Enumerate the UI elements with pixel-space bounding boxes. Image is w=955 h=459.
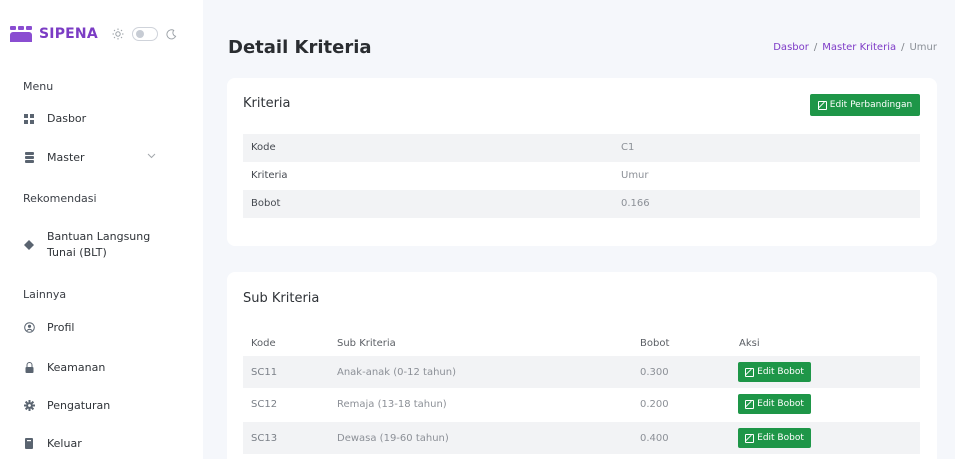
moon-icon bbox=[166, 28, 177, 40]
sidebar-item-label: Dasbor bbox=[47, 112, 87, 125]
table-header: Aksi bbox=[739, 338, 760, 349]
people-logo-icon bbox=[10, 26, 32, 42]
breadcrumb-current: Umur bbox=[909, 42, 937, 53]
sub-kriteria-card: Sub Kriteria Kode Sub Kriteria Bobot Aks… bbox=[227, 272, 937, 459]
theme-toggle[interactable] bbox=[112, 27, 177, 41]
sidebar-item-profil[interactable]: Profil bbox=[23, 321, 74, 334]
edit-bobot-button[interactable]: Edit Bobot bbox=[738, 428, 811, 448]
breadcrumb-link-dasbor[interactable]: Dasbor bbox=[773, 42, 809, 53]
edit-perbandingan-button[interactable]: Edit Perbandingan bbox=[810, 94, 920, 116]
detail-row: Kode C1 bbox=[243, 134, 920, 162]
sun-icon bbox=[112, 28, 124, 40]
sidebar-item-dasbor[interactable]: Dasbor bbox=[23, 112, 86, 125]
breadcrumb-link-master-kriteria[interactable]: Master Kriteria bbox=[822, 42, 896, 53]
logout-icon bbox=[23, 438, 35, 450]
table-row: SC13 Dewasa (19-60 tahun) 0.400 Edit Bob… bbox=[243, 422, 920, 454]
card-title: Kriteria bbox=[243, 96, 291, 111]
chevron-down-icon[interactable] bbox=[147, 152, 156, 162]
sidebar-item-label: Keamanan bbox=[47, 361, 106, 374]
edit-icon bbox=[817, 100, 827, 110]
detail-row: Kriteria Umur bbox=[251, 170, 649, 181]
sidebar-item-label: Keluar bbox=[47, 437, 82, 450]
brand-name: SIPENA bbox=[39, 26, 98, 42]
table-header: Bobot bbox=[640, 338, 670, 349]
theme-switch[interactable] bbox=[132, 27, 158, 41]
edit-icon bbox=[745, 433, 755, 443]
brand[interactable]: SIPENA bbox=[10, 26, 98, 42]
sidebar-item-keluar[interactable]: Keluar bbox=[23, 437, 82, 450]
table-row: SC11 Anak-anak (0-12 tahun) 0.300 Edit B… bbox=[243, 356, 920, 388]
sidebar-header-lainnya: Lainnya bbox=[23, 288, 67, 301]
breadcrumb: Dasbor / Master Kriteria / Umur bbox=[773, 42, 937, 53]
sidebar-header-rekomendasi: Rekomendasi bbox=[23, 192, 97, 205]
sidebar-item-master[interactable]: Master bbox=[23, 151, 85, 164]
table-header: Sub Kriteria bbox=[337, 338, 396, 349]
sidebar-item-label: Bantuan Langsung Tunai (BLT) bbox=[47, 230, 151, 259]
sidebar-item-label: Pengaturan bbox=[47, 399, 111, 412]
page-title: Detail Kriteria bbox=[228, 37, 372, 58]
table-header: Kode bbox=[251, 338, 276, 349]
edit-icon bbox=[745, 367, 755, 377]
gear-icon bbox=[23, 400, 35, 412]
sidebar-item-blt[interactable]: Bantuan Langsung Tunai (BLT) bbox=[23, 229, 150, 261]
edit-bobot-button[interactable]: Edit Bobot bbox=[738, 362, 811, 382]
sidebar-item-label: Master bbox=[47, 151, 85, 164]
user-circle-icon bbox=[23, 322, 35, 334]
grid-icon bbox=[23, 113, 35, 125]
edit-bobot-button[interactable]: Edit Bobot bbox=[738, 394, 811, 414]
main-content: Detail Kriteria Dasbor / Master Kriteria / U… bbox=[203, 0, 955, 459]
edit-icon bbox=[745, 399, 755, 409]
sidebar-header-menu: Menu bbox=[23, 80, 54, 93]
sidebar: SIPENA Menu Dasbor Master Rekomendasi Ba… bbox=[0, 0, 203, 459]
detail-row: Bobot 0.166 bbox=[243, 190, 920, 218]
sidebar-item-keamanan[interactable]: Keamanan bbox=[23, 361, 105, 374]
table-row: SC12 Remaja (13-18 tahun) 0.200 Edit Bob… bbox=[243, 388, 920, 420]
sidebar-item-label: Profil bbox=[47, 321, 75, 334]
diamond-icon bbox=[23, 239, 35, 251]
card-title: Sub Kriteria bbox=[243, 291, 320, 306]
database-icon bbox=[23, 152, 35, 164]
sidebar-item-pengaturan[interactable]: Pengaturan bbox=[23, 399, 110, 412]
kriteria-card: Kriteria Edit Perbandingan Kode C1 Krite… bbox=[227, 78, 937, 246]
lock-icon bbox=[23, 362, 35, 374]
